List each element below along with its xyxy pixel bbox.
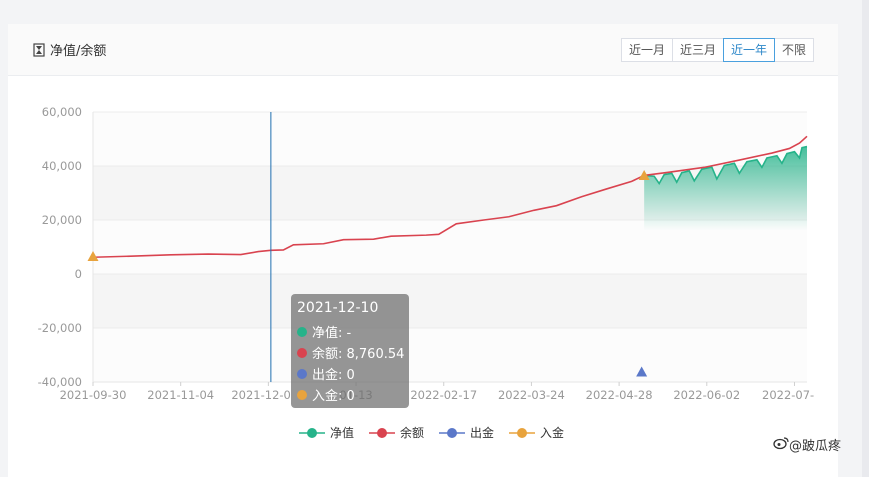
legend-label: 净值 <box>330 425 354 440</box>
legend-symbol <box>377 428 387 438</box>
tooltip-row-balance: 余额: 8,760.54 <box>297 342 405 363</box>
x-tick-label: 2021-12-0 <box>231 388 291 402</box>
scrollbar-track[interactable] <box>862 0 869 477</box>
series-dot-icon <box>297 389 307 400</box>
x-tick-label: 2022-06-02 <box>673 388 740 402</box>
grid-band <box>93 328 807 382</box>
x-tick-label: 2021-09-30 <box>60 388 127 402</box>
legend-item-withdraw[interactable]: 出金 <box>439 425 494 440</box>
watermark-text: @跛瓜疼 <box>789 439 842 454</box>
x-tick-label: 2022-02-17 <box>410 388 477 402</box>
y-tick-label: -20,000 <box>38 321 82 335</box>
tooltip-row-text: 余额: 8,760.54 <box>312 347 405 362</box>
x-tick-label: 2022-03-24 <box>498 388 565 402</box>
legend-label: 余额 <box>400 425 424 440</box>
legend-item-balance[interactable]: 余额 <box>369 425 424 440</box>
legend-symbol <box>447 428 457 438</box>
y-tick-label: 0 <box>75 267 82 281</box>
tooltip-row-text: 入金: 0 <box>312 389 355 404</box>
grid-band <box>93 274 807 328</box>
legend-item-deposit[interactable]: 入金 <box>509 425 564 440</box>
legend-label: 入金 <box>540 425 564 440</box>
x-tick-label: 2022-04-28 <box>586 388 653 402</box>
data-tooltip: 2021-12-10 净值: - 余额: 8,760.54 出金: 0 入金: 0 <box>291 294 409 408</box>
watermark: @跛瓜疼 <box>773 435 841 454</box>
legend-symbol <box>517 428 527 438</box>
x-tick-label: 2022-07- <box>762 388 814 402</box>
tooltip-row-nav: 净值: - <box>297 321 403 342</box>
weibo-icon <box>773 436 789 454</box>
tooltip-row-text: 出金: 0 <box>312 368 355 383</box>
grid-band <box>93 112 807 166</box>
tooltip-row-text: 净值: - <box>312 326 352 341</box>
y-tick-label: 40,000 <box>42 159 82 173</box>
series-dot-icon <box>297 368 307 379</box>
nav-balance-chart: 60,000 40,000 20,000 0 -20,000 -40,000 2021-0… <box>38 105 815 440</box>
y-tick-label: 60,000 <box>42 105 82 119</box>
series-dot-icon <box>297 326 307 337</box>
tooltip-date: 2021-12-10 <box>297 300 379 316</box>
tooltip-row-withdraw: 出金: 0 <box>297 363 403 384</box>
legend-item-nav[interactable]: 净值 <box>299 425 354 440</box>
y-tick-label: 20,000 <box>42 213 82 227</box>
series-dot-icon <box>297 347 307 358</box>
y-tick-label: -40,000 <box>38 375 82 389</box>
legend-symbol <box>307 428 317 438</box>
range-button-2[interactable]: 近一年 <box>723 38 776 62</box>
tooltip-row-deposit: 入金: 0 <box>297 384 403 405</box>
legend-label: 出金 <box>470 425 494 440</box>
x-tick-label: 2021-11-04 <box>147 388 214 402</box>
